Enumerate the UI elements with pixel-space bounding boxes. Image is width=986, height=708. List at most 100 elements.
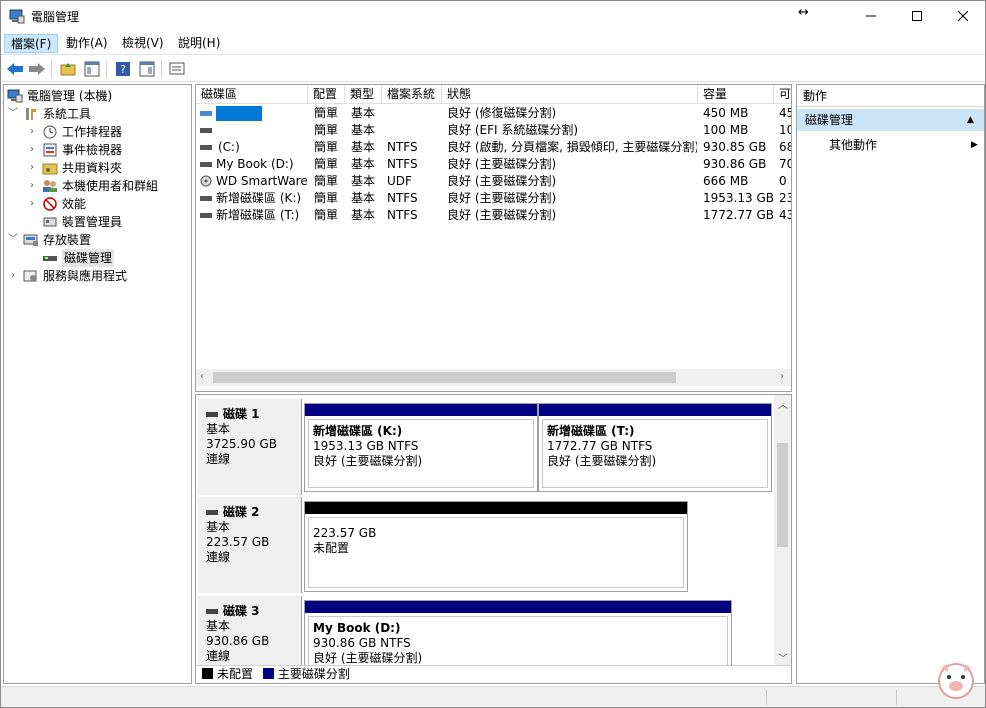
partition-k[interactable]: 新增磁碟區 (K:) 1953.13 GB NTFS 良好 (主要磁碟分割) [304,403,538,492]
scroll-right-icon[interactable]: › [780,371,784,382]
tree-label: 服務與應用程式 [43,269,128,283]
legend: 未配置 主要磁碟分割 [196,665,791,683]
disk-name-text: 磁碟 2 [223,505,260,519]
free-cell: 68 [779,140,791,154]
console-tree-icon [84,61,100,77]
vertical-scrollbar[interactable]: ︿ ﹀ [774,395,791,665]
chevron-down-icon[interactable]: ﹀ [7,231,19,249]
disk-1-label[interactable]: 磁碟 1 基本 3725.90 GB 連線 [198,399,302,495]
folder-up-icon [60,63,76,76]
free-cell: 23 [779,191,791,205]
forward-button[interactable] [27,59,47,79]
table-row[interactable]: WD SmartWare 簡單 基本 UDF 良好 (主要磁碟分割) 666 M… [196,173,791,190]
tree-item-local-users-groups[interactable]: › 本機使用者和群組 [26,177,158,195]
disk-type: 基本 [206,422,231,436]
selected-volume-name-field[interactable] [216,106,262,121]
tree-item-computer-management[interactable]: 電腦管理 (本機) [7,87,112,105]
chevron-right-icon[interactable]: › [26,141,38,159]
table-row[interactable]: 新增磁碟區 (T:) 簡單 基本 NTFS 良好 (主要磁碟分割) 1772.7… [196,207,791,224]
table-row[interactable]: 簡單 基本 良好 (修復磁碟分割) 450 MB 45 [196,105,791,122]
chevron-right-icon[interactable]: › [26,177,38,195]
pig-watermark-logo [931,654,981,704]
title-bar[interactable]: 電腦管理 ↔ [1,1,985,32]
column-header-layout[interactable]: 配置 [308,85,345,104]
partition-title: 新增磁碟區 (K:) [313,424,403,438]
status-cell: 良好 (EFI 系統磁碟分割) [447,123,579,137]
chevron-down-icon[interactable]: ﹀ [7,105,19,123]
scroll-left-icon[interactable]: ‹ [200,371,204,382]
column-header-volume[interactable]: 磁碟區 [196,85,308,104]
tree-label: 工作排程器 [62,125,123,139]
resize-cursor-icon: ↔ [798,5,809,20]
tree-item-system-tools[interactable]: ﹀ 系統工具 [7,105,91,123]
status-cell: 良好 (啟動, 分頁檔案, 損毀傾印, 主要磁碟分割) [447,140,697,154]
tree-item-storage[interactable]: ﹀ 存放裝置 [7,231,91,249]
chevron-right-icon[interactable]: › [26,195,38,213]
partition-title: 新增磁碟區 (T:) [547,424,635,438]
properties-button[interactable] [167,59,187,79]
computer-management-window: 電腦管理 ↔ 檔案(F) 動作(A) 檢視(V) 說明(H) ? 電腦管理 (本… [0,0,986,708]
menu-help[interactable]: 說明(H) [172,34,226,53]
menu-view[interactable]: 檢視(V) [116,34,170,53]
close-icon [958,11,968,21]
device-manager-icon [42,215,58,229]
actions-section-disk-management[interactable]: 磁碟管理 ▲ [797,109,984,131]
scroll-up-icon[interactable]: ︿ [778,396,788,411]
more-actions-label: 其他動作 [829,138,878,152]
column-header-capacity[interactable]: 容量 [698,85,774,104]
svg-text:?: ? [120,63,126,76]
tree-item-event-viewer[interactable]: › 事件檢視器 [26,141,122,159]
scroll-down-icon[interactable]: ﹀ [778,650,788,665]
column-header-free[interactable]: 可 [774,85,791,104]
up-folder-button[interactable] [58,59,78,79]
more-actions-item[interactable]: 其他動作 ▶ [829,135,979,155]
capacity-cell: 930.86 GB [703,157,767,171]
disk-3-label[interactable]: 磁碟 3 基本 930.86 GB 連線 [198,596,302,666]
disk-graph-view: 磁碟 1 基本 3725.90 GB 連線 新增磁碟區 (K:) 1953.13… [195,394,792,684]
menu-file[interactable]: 檔案(F) [4,34,59,53]
show-hide-action-pane-button[interactable] [137,59,157,79]
tree-item-disk-management[interactable]: 磁碟管理 [42,249,115,267]
table-row[interactable]: My Book (D:) 簡單 基本 NTFS 良好 (主要磁碟分割) 930.… [196,156,791,173]
partition-unallocated[interactable]: 223.57 GB 未配置 [304,501,688,592]
tree-item-device-manager[interactable]: 裝置管理員 [42,213,122,231]
table-row[interactable]: 簡單 基本 良好 (EFI 系統磁碟分割) 100 MB 10 [196,122,791,139]
tree-item-task-scheduler[interactable]: › 工作排程器 [26,123,122,141]
horizontal-scroll-thumb[interactable] [213,372,676,383]
disk-type: 基本 [206,619,231,633]
help-button[interactable]: ? [113,59,133,79]
column-header-type[interactable]: 類型 [345,85,382,104]
disk-2-label[interactable]: 磁碟 2 基本 223.57 GB 連線 [198,497,302,593]
table-row[interactable]: (C:) 簡單 基本 NTFS 良好 (啟動, 分頁檔案, 損毀傾印, 主要磁碟… [196,139,791,156]
partition-d[interactable]: My Book (D:) 930.86 GB NTFS 良好 (主要磁碟分割) [304,600,732,679]
vertical-scroll-thumb[interactable] [777,443,788,547]
partition-size: 223.57 GB [313,526,377,540]
menu-action[interactable]: 動作(A) [60,34,114,53]
collapse-up-icon[interactable]: ▲ [967,109,974,131]
layout-cell: 簡單 [314,157,339,171]
column-header-filesystem[interactable]: 檔案系統 [382,85,442,104]
horizontal-scrollbar[interactable]: ‹ › [196,369,791,386]
chevron-right-icon[interactable]: › [26,123,38,141]
close-button[interactable] [940,1,985,31]
maximize-button[interactable] [894,1,940,31]
tree-item-shared-folders[interactable]: › 共用資料夾 [26,159,122,177]
volume-name-cell [216,122,306,139]
column-header-status[interactable]: 狀態 [442,85,698,104]
minimize-button[interactable] [848,1,894,31]
show-hide-tree-button[interactable] [82,59,102,79]
capacity-cell: 450 MB [703,106,749,120]
disk-name: 磁碟 3 [206,604,301,619]
tree-label: 系統工具 [43,107,92,121]
tree-item-services-applications[interactable]: › 服務與應用程式 [7,267,127,285]
computer-management-icon [7,89,23,103]
partition-t[interactable]: 新增磁碟區 (T:) 1772.77 GB NTFS 良好 (主要磁碟分割) [538,403,772,492]
tree-item-performance[interactable]: › 效能 [26,195,86,213]
tree-label: 磁碟管理 [62,249,115,267]
fs-cell [387,122,441,139]
table-row[interactable]: 新增磁碟區 (K:) 簡單 基本 NTFS 良好 (主要磁碟分割) 1953.1… [196,190,791,207]
users-icon [42,179,58,193]
chevron-right-icon[interactable]: › [26,159,38,177]
chevron-right-icon[interactable]: › [7,267,19,285]
back-button[interactable] [5,59,25,79]
